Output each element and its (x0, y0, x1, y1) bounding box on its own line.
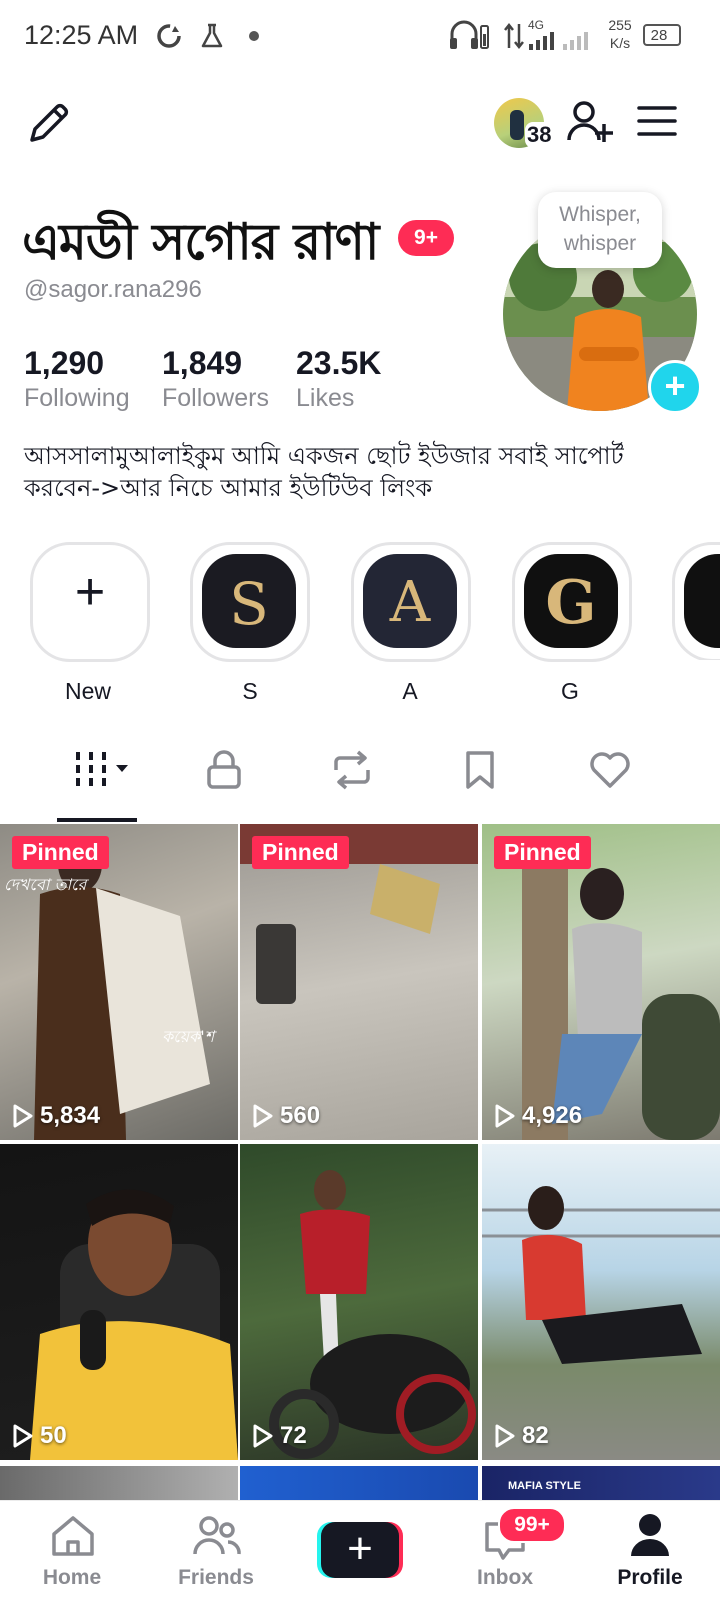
pinned-badge: Pinned (12, 836, 109, 869)
video-thumbnail[interactable]: 82 (482, 1144, 720, 1460)
highlight-glyph: A (389, 570, 431, 635)
bookmark-icon[interactable] (464, 750, 496, 790)
play-icon (495, 1104, 515, 1128)
pinned-badge: Pinned (494, 836, 591, 869)
nav-label: Friends (178, 1566, 254, 1589)
whisper-bubble[interactable]: Whisper, whisper (538, 192, 662, 268)
video-thumbnail[interactable]: Pinned 560 (240, 824, 478, 1140)
highlight-glyph: S (229, 570, 269, 638)
stat-value: 23.5K (296, 345, 382, 381)
nav-label: Profile (617, 1566, 683, 1589)
video-thumbnail[interactable]: Pinned দেখবো তারে কয়েক'শ 5,834 (0, 824, 238, 1140)
create-button[interactable]: + (317, 1522, 403, 1580)
username: @sagor.rana296 (24, 276, 202, 303)
net-speed-unit: K/s (609, 35, 631, 51)
highlight-label: G (561, 678, 579, 704)
add-story-button[interactable]: + (648, 360, 702, 414)
video-caption: MAFIA STYLE (508, 1480, 581, 1492)
view-count: 82 (494, 1422, 549, 1450)
pinned-badge: Pinned (252, 836, 349, 869)
view-count: 5,834 (12, 1102, 100, 1130)
stat-label: Followers (162, 384, 269, 412)
flask-icon (201, 23, 223, 48)
video-thumbnail[interactable]: MAFIA STYLE (482, 1466, 720, 1500)
stat-value: 1,849 (162, 345, 243, 381)
net-speed: 255 (608, 17, 632, 33)
dot-icon (249, 31, 259, 41)
plus-icon: + (74, 563, 106, 621)
bio[interactable]: আসসালামুআলাইকুম আমি একজন ছোট ইউজার সবাই … (24, 440, 704, 504)
highlight-label: New (64, 678, 111, 704)
repost-icon[interactable] (330, 750, 374, 790)
highlight-partial[interactable] (672, 542, 720, 660)
nav-label: Inbox (477, 1566, 533, 1589)
story-count: 38 (525, 122, 554, 148)
content-tabs (0, 750, 720, 824)
edit-icon[interactable] (26, 100, 72, 146)
battery-level: 28 (650, 27, 668, 44)
menu-icon[interactable] (637, 104, 677, 138)
view-count: 560 (252, 1102, 320, 1130)
stat-label: Likes (296, 384, 355, 412)
highlight-a[interactable]: A (351, 542, 471, 662)
highlight-label: A (402, 678, 418, 704)
stat-value: 1,290 (24, 345, 105, 381)
profile-header: 38 (0, 90, 720, 160)
video-thumbnail[interactable]: 50 (0, 1144, 238, 1460)
highlight-s[interactable]: S (190, 542, 310, 662)
video-thumbnail[interactable]: 72 (240, 1144, 478, 1460)
video-thumbnail[interactable] (0, 1466, 238, 1500)
stat-label: Following (24, 384, 130, 412)
lock-icon[interactable] (205, 750, 243, 790)
play-icon (13, 1424, 33, 1448)
highlight-g[interactable]: G (512, 542, 632, 662)
view-count: 72 (252, 1422, 307, 1450)
bio-line: করবেন->আর নিচে আমার ইউটিউব লিংক (24, 474, 433, 502)
play-icon (253, 1424, 273, 1448)
battery-icon: 28 (643, 24, 681, 46)
home-icon (52, 1516, 94, 1556)
friends-icon (193, 1516, 241, 1555)
sync-icon (157, 24, 181, 48)
play-icon (495, 1424, 515, 1448)
status-bar: 12:25 AM 4G 255 K/s 28 (0, 0, 720, 72)
highlight-label: S (242, 678, 258, 704)
play-icon (253, 1104, 273, 1128)
highlight-new[interactable]: + (30, 542, 150, 662)
add-friend-icon[interactable] (566, 98, 614, 146)
plus-icon: + (321, 1522, 399, 1578)
data-arrows-icon (504, 22, 524, 50)
video-overlay-text: দেখবো তারে (4, 875, 87, 894)
heart-icon[interactable] (588, 750, 632, 790)
highlight-glyph: G (545, 568, 597, 638)
video-thumbnail[interactable] (240, 1466, 478, 1500)
status-time: 12:25 AM (24, 20, 139, 50)
nav-label: Home (42, 1566, 102, 1589)
active-tab-indicator (57, 818, 137, 822)
view-count: 4,926 (494, 1102, 582, 1130)
bio-line: আসসালামুআলাইকুম আমি একজন ছোট ইউজার সবাই … (24, 442, 624, 470)
notification-badge[interactable]: 9+ (398, 220, 454, 256)
headphones-battery-icon (450, 20, 489, 49)
video-thumbnail[interactable]: Pinned 4,926 (482, 824, 720, 1140)
signal-icon (529, 32, 588, 50)
inbox-badge: 99+ (498, 1507, 566, 1543)
play-icon (13, 1104, 33, 1128)
view-count: 50 (12, 1422, 67, 1450)
videos-tab[interactable] (72, 750, 132, 790)
video-overlay-text: কয়েক'শ (162, 1027, 215, 1046)
profile-icon (631, 1514, 669, 1556)
grid-icon (76, 752, 128, 786)
whisper-text: Whisper, (559, 203, 641, 226)
whisper-text: whisper (563, 232, 637, 255)
